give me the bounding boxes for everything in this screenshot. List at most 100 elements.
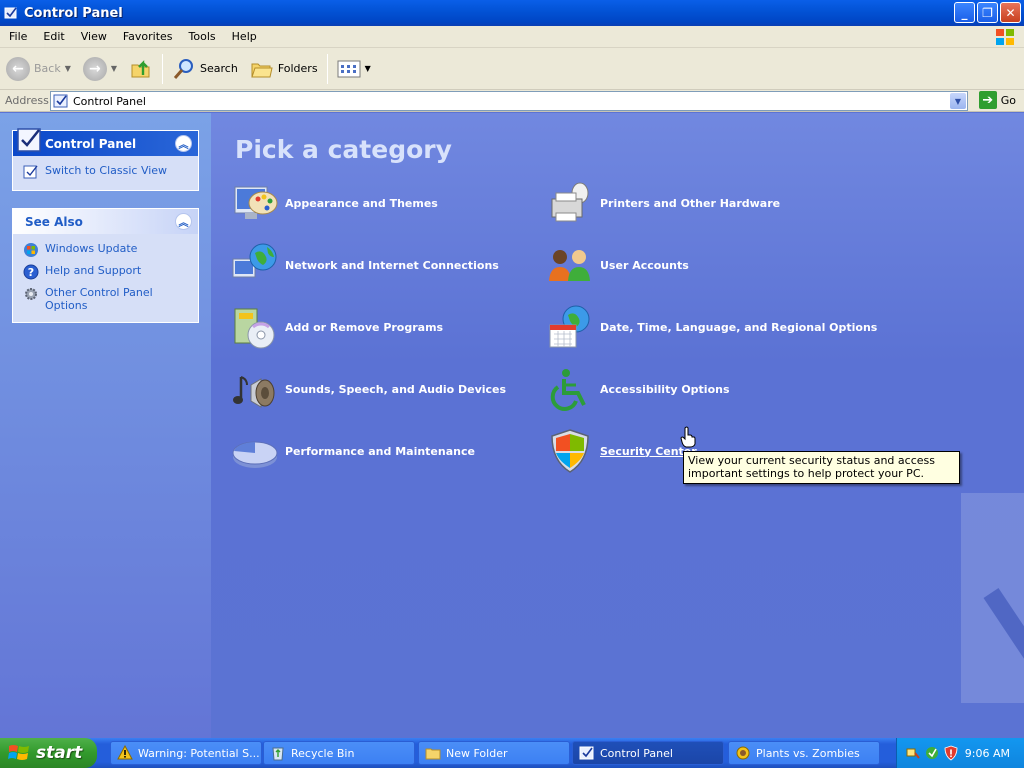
windows-update-link[interactable]: Windows Update xyxy=(23,242,190,258)
update-tray-icon[interactable] xyxy=(924,745,940,761)
address-label: Address xyxy=(5,94,49,107)
category-label: Accessibility Options xyxy=(600,382,730,396)
control-panel-icon xyxy=(579,746,594,760)
taskbar-item-new-folder[interactable]: New Folder xyxy=(418,741,570,765)
category-sounds-speech-and-audio-devices[interactable]: Sounds, Speech, and Audio Devices xyxy=(231,365,506,413)
help-and-support-label: Help and Support xyxy=(45,264,142,277)
classic-view-icon xyxy=(23,165,38,179)
svg-text:?: ? xyxy=(28,266,34,279)
taskbar-item-control-panel[interactable]: Control Panel xyxy=(572,741,724,765)
help-and-support-link[interactable]: ? Help and Support xyxy=(23,264,190,280)
menu-view[interactable]: View xyxy=(72,30,114,43)
forward-dropdown-icon[interactable]: ▼ xyxy=(111,64,117,73)
folders-label: Folders xyxy=(277,62,318,75)
printer-hardware-icon xyxy=(551,182,589,222)
other-control-panel-options-label: Other Control Panel Options xyxy=(45,286,153,312)
maximize-button[interactable]: ❐ xyxy=(977,2,998,23)
menu-help[interactable]: Help xyxy=(223,30,264,43)
category-label: Performance and Maintenance xyxy=(285,444,475,458)
user-accounts-icon xyxy=(549,250,590,281)
recycle-bin-icon xyxy=(272,747,284,761)
menu-edit[interactable]: Edit xyxy=(34,30,71,43)
taskbar-item-label: New Folder xyxy=(446,746,508,760)
category-accessibility-options[interactable]: Accessibility Options xyxy=(546,365,730,413)
category-security-center[interactable]: Security Center xyxy=(546,427,697,475)
add-remove-programs-icon xyxy=(234,308,275,349)
category-performance-and-maintenance[interactable]: Performance and Maintenance xyxy=(231,427,475,475)
taskbar-item-warning[interactable]: Warning: Potential S... xyxy=(110,741,262,765)
start-button[interactable]: start xyxy=(0,738,97,768)
appearance-themes-icon xyxy=(234,186,278,219)
windows-logo-icon xyxy=(996,29,1014,45)
security-shield-tray-icon[interactable] xyxy=(943,745,959,761)
go-label: Go xyxy=(1000,93,1016,107)
category-pane: Pick a category Appearance and Themes Ne… xyxy=(211,113,1024,738)
windows-update-label: Windows Update xyxy=(45,242,138,255)
windows-update-icon xyxy=(24,243,38,257)
task-pane: Control Panel ︽ Switch to Classic View S… xyxy=(0,113,211,738)
control-panel-panel: Control Panel ︽ Switch to Classic View xyxy=(12,128,199,191)
category-appearance-and-themes[interactable]: Appearance and Themes xyxy=(231,179,438,227)
taskbar: start Warning: Potential S... Recycle Bi… xyxy=(0,738,1024,768)
see-also-panel-body: Windows Update ? Help and Support Other … xyxy=(13,234,198,322)
gear-icon xyxy=(25,288,37,300)
control-panel-icon xyxy=(53,94,68,108)
clock[interactable]: 9:06 AM xyxy=(965,747,1010,760)
up-folder-button[interactable] xyxy=(123,52,159,86)
see-also-panel-header[interactable]: See Also ︽ xyxy=(13,209,198,234)
back-button[interactable]: ← Back ▼ xyxy=(0,52,77,86)
menu-tools[interactable]: Tools xyxy=(180,30,223,43)
views-icon xyxy=(337,60,361,77)
taskbar-item-recycle-bin[interactable]: Recycle Bin xyxy=(263,741,415,765)
menu-favorites[interactable]: Favorites xyxy=(114,30,180,43)
category-add-or-remove-programs[interactable]: Add or Remove Programs xyxy=(231,303,443,351)
views-button[interactable]: ▼ xyxy=(331,52,377,86)
collapse-chevron-icon[interactable]: ︽ xyxy=(175,135,192,152)
minimize-button[interactable]: _ xyxy=(954,2,975,23)
up-folder-icon xyxy=(131,59,150,77)
toolbar-separator xyxy=(162,53,164,84)
window-title: Control Panel xyxy=(24,5,123,21)
hand-cursor-icon xyxy=(680,426,696,448)
menu-file[interactable]: File xyxy=(0,30,34,43)
back-dropdown-icon[interactable]: ▼ xyxy=(65,64,71,73)
address-input[interactable]: Control Panel ▼ xyxy=(50,91,968,111)
network-tray-icon[interactable] xyxy=(905,745,921,761)
security-shield-icon xyxy=(551,429,589,473)
toolbar-separator xyxy=(326,53,328,84)
category-label: Add or Remove Programs xyxy=(285,320,444,334)
category-label: Sounds, Speech, and Audio Devices xyxy=(285,382,507,396)
menu-bar: File Edit View Favorites Tools Help xyxy=(0,26,1024,48)
category-label: User Accounts xyxy=(600,258,689,272)
warning-app-icon xyxy=(117,745,133,760)
go-button[interactable]: ➔ Go xyxy=(978,91,1016,109)
folder-icon xyxy=(425,748,441,760)
category-user-accounts[interactable]: User Accounts xyxy=(546,241,689,289)
forward-button[interactable]: → ▼ xyxy=(77,52,123,86)
address-dropdown-icon[interactable]: ▼ xyxy=(950,93,966,109)
search-label: Search xyxy=(200,62,238,75)
back-arrow-icon: ← xyxy=(6,56,30,81)
performance-pie-icon xyxy=(232,441,278,468)
taskbar-item-label: Warning: Potential S... xyxy=(138,746,260,760)
control-panel-panel-header[interactable]: Control Panel ︽ xyxy=(13,128,198,156)
search-button[interactable]: Search xyxy=(166,52,244,86)
address-value: Control Panel xyxy=(73,94,146,108)
speaker-music-icon xyxy=(233,376,275,408)
category-printers-and-other-hardware[interactable]: Printers and Other Hardware xyxy=(546,179,780,227)
accessibility-wheelchair-icon xyxy=(550,369,586,411)
toolbar: ← Back ▼ → ▼ Search Folders ▼ xyxy=(0,48,1024,90)
forward-arrow-icon: → xyxy=(82,56,107,81)
switch-to-classic-view-link[interactable]: Switch to Classic View xyxy=(23,164,190,180)
close-button[interactable]: ✕ xyxy=(1000,2,1021,23)
control-panel-large-icon xyxy=(17,128,41,152)
category-label: Appearance and Themes xyxy=(285,196,438,210)
collapse-chevron-icon[interactable]: ︽ xyxy=(175,213,192,230)
taskbar-item-label: Recycle Bin xyxy=(291,746,355,760)
folders-button[interactable]: Folders xyxy=(244,52,324,86)
category-date-time-language-regional-options[interactable]: Date, Time, Language, and Regional Optio… xyxy=(546,303,877,351)
folders-icon xyxy=(251,63,273,77)
other-control-panel-options-link[interactable]: Other Control Panel Options xyxy=(23,286,190,312)
category-network-and-internet-connections[interactable]: Network and Internet Connections xyxy=(231,241,499,289)
taskbar-item-plants-vs-zombies[interactable]: Plants vs. Zombies xyxy=(728,741,880,765)
